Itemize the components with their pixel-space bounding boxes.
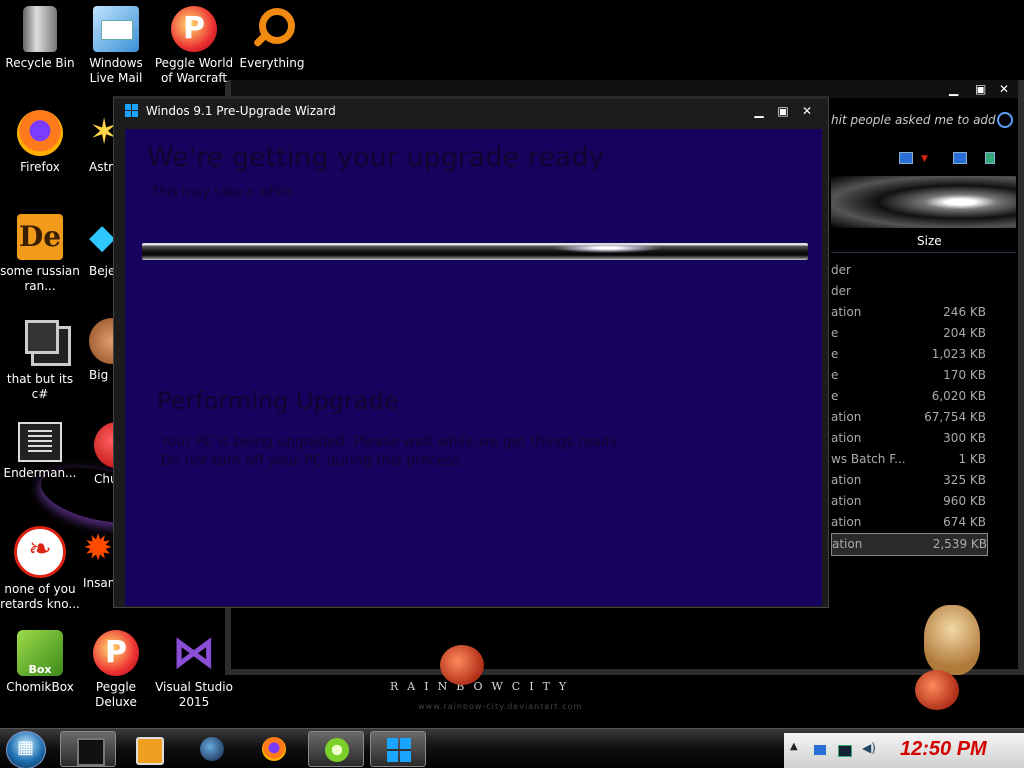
explorer-search-box[interactable]: hit people asked me to add — [831, 106, 1021, 134]
wizard-title: Windos 9.1 Pre-Upgrade Wizard — [145, 104, 336, 118]
wallpaper-brand: RAINBOWCITY — [390, 680, 576, 693]
desktop-icon-chomikbox[interactable]: Box ChomikBox — [0, 624, 80, 695]
windows-stack-icon — [25, 320, 71, 366]
taskbar: ▲ ◀) 12:50 PM — [0, 728, 1024, 768]
wizard-titlebar[interactable]: Windos 9.1 Pre-Upgrade Wizard — [125, 99, 336, 123]
desktop-icon-peggle-deluxe[interactable]: P Peggle Deluxe — [76, 624, 156, 710]
desktop-icon-visual-studio[interactable]: ⋈ Visual Studio 2015 — [154, 624, 234, 710]
wizard-minimize-button[interactable]: ▁ — [748, 101, 770, 121]
network-icon[interactable] — [838, 745, 852, 757]
file-row[interactable]: ation 325 KB — [831, 470, 986, 491]
taskbar-item-box[interactable] — [60, 731, 116, 767]
file-row[interactable]: ation 674 KB — [831, 512, 986, 533]
hamster-character — [924, 605, 980, 675]
chomikbox-icon: Box — [17, 630, 63, 676]
file-row[interactable]: e 6,020 KB — [831, 386, 986, 407]
wizard-section-title: Performing Upgrade — [157, 387, 399, 415]
volume-icon[interactable]: ◀) — [862, 741, 876, 755]
file-row[interactable]: ws Batch F... 1 KB — [831, 449, 986, 470]
desktop-icon-recycle-bin[interactable]: Recycle Bin — [0, 0, 80, 71]
view-icon[interactable] — [899, 152, 913, 164]
file-row[interactable]: ation 960 KB — [831, 491, 986, 512]
chicken-character — [440, 645, 484, 685]
peggle-icon: P — [171, 6, 217, 52]
visual-studio-icon: ⋈ — [172, 627, 216, 678]
taskbar-item-media-player[interactable] — [120, 731, 176, 767]
column-header-size[interactable]: Size — [917, 234, 942, 248]
file-row[interactable]: e 170 KB — [831, 365, 986, 386]
de-icon: De — [17, 214, 63, 260]
explorer-close-button[interactable]: ✕ — [999, 82, 1009, 96]
file-row[interactable]: der — [831, 260, 986, 281]
windows-logo-icon — [125, 104, 138, 117]
clock[interactable]: 12:50 PM — [900, 738, 987, 761]
file-row[interactable]: der — [831, 281, 986, 302]
list-window-icon — [18, 422, 62, 462]
progress-glow — [552, 243, 662, 253]
explorer-minimize-button[interactable]: ▁ — [949, 82, 958, 96]
desktop-icon-csharp[interactable]: that but its c# — [0, 312, 80, 402]
search-icon[interactable] — [997, 112, 1013, 128]
file-row[interactable]: e 204 KB — [831, 323, 986, 344]
firefox-icon — [17, 110, 63, 156]
system-tray: ▲ ◀) 12:50 PM — [784, 733, 1024, 768]
wizard-section-description: Your PC is being upgraded. Please wait w… — [161, 434, 621, 469]
wizard-maximize-button[interactable]: ▣ — [772, 101, 794, 121]
taskbar-item-lime[interactable] — [308, 731, 364, 767]
lime-icon — [325, 738, 349, 762]
mail-icon — [93, 6, 139, 52]
peggle-icon: P — [93, 630, 139, 676]
dropdown-arrow-icon[interactable]: ▼ — [921, 154, 928, 164]
red-dragon-icon: ❧ — [14, 526, 66, 578]
show-hidden-icons-icon[interactable]: ▲ — [790, 741, 802, 752]
desktop-icon-firefox[interactable]: Firefox — [0, 104, 80, 175]
explorer-chrome-decoration — [831, 176, 1016, 228]
wallpaper-subtext: www.rainbow-city.deviantart.com — [418, 702, 583, 711]
file-row[interactable]: ation 67,754 KB — [831, 407, 986, 428]
start-button[interactable] — [6, 731, 46, 768]
upgrade-progress-bar — [142, 243, 808, 260]
desktop-icon-windows-live-mail[interactable]: Windows Live Mail — [76, 0, 156, 86]
desktop-icon-enderman[interactable]: Enderman... — [0, 416, 80, 481]
taskbar-item-wizard[interactable] — [370, 731, 426, 767]
wizard-content: We're getting your upgrade ready This ma… — [125, 129, 822, 606]
device-icon[interactable] — [814, 745, 826, 755]
file-row[interactable]: ation 300 KB — [831, 428, 986, 449]
media-player-icon — [136, 737, 164, 765]
recycle-bin-icon — [23, 6, 57, 52]
wizard-close-button[interactable]: ✕ — [796, 101, 818, 121]
firefox-icon — [262, 737, 286, 761]
wizard-subheading: This may take a while — [151, 185, 293, 200]
file-row[interactable]: e 1,023 KB — [831, 344, 986, 365]
explorer-maximize-button[interactable]: ▣ — [975, 82, 986, 96]
file-row[interactable]: ation 246 KB — [831, 302, 986, 323]
globe-icon — [200, 737, 224, 761]
taskbar-item-firefox[interactable] — [246, 731, 302, 767]
help-icon[interactable] — [985, 152, 995, 164]
windows-logo-icon — [387, 738, 411, 762]
desktop-icon-russian[interactable]: De some russian ran... — [0, 208, 80, 294]
desktop: RAINBOWCITY www.rainbow-city.deviantart.… — [0, 0, 1024, 768]
chicken-character — [915, 670, 959, 710]
desktop-icon-everything[interactable]: Everything — [232, 0, 312, 71]
file-row-selected[interactable]: ation 2,539 KB — [831, 533, 988, 556]
magnifier-icon — [249, 6, 295, 52]
desktop-icon-peggle-wow[interactable]: P Peggle World of Warcraft — [154, 0, 234, 86]
taskbar-item-globe[interactable] — [184, 731, 240, 767]
preview-pane-icon[interactable] — [953, 152, 967, 164]
desktop-icon-none-of-you[interactable]: ❧ none of you retards kno... — [0, 520, 80, 612]
column-divider — [831, 252, 1016, 253]
wizard-heading: We're getting your upgrade ready — [147, 142, 605, 173]
upgrade-wizard-window[interactable]: Windos 9.1 Pre-Upgrade Wizard ▁ ▣ ✕ We'r… — [113, 96, 829, 608]
box-app-icon — [77, 738, 105, 766]
